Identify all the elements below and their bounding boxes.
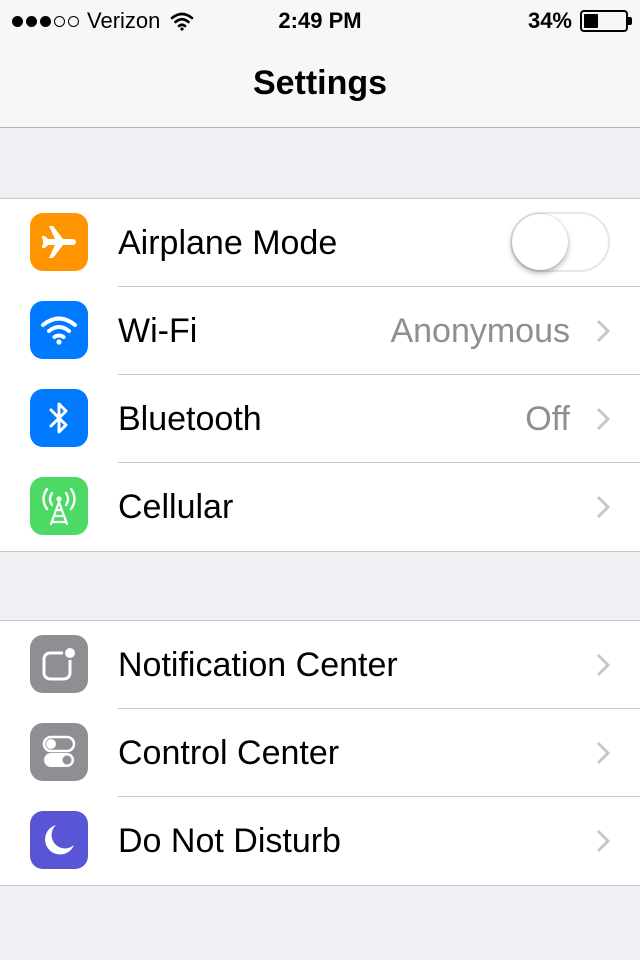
row-label: Airplane Mode xyxy=(118,224,338,262)
battery-fill xyxy=(584,14,598,28)
row-label: Cellular xyxy=(118,488,234,526)
control-center-icon xyxy=(30,723,88,781)
wifi-icon xyxy=(30,301,88,359)
row-wifi[interactable]: Wi-Fi Anonymous xyxy=(0,287,640,375)
row-airplane-mode[interactable]: Airplane Mode xyxy=(0,199,640,287)
chevron-right-icon xyxy=(596,829,610,853)
chevron-right-icon xyxy=(596,741,610,765)
row-cellular[interactable]: Cellular xyxy=(0,463,640,551)
settings-group-connectivity: Airplane Mode Wi-Fi Anonymous Bluetooth … xyxy=(0,198,640,552)
row-label: Bluetooth xyxy=(118,400,262,438)
row-label: Control Center xyxy=(118,734,340,772)
notification-center-icon xyxy=(30,635,88,693)
row-notification-center[interactable]: Notification Center xyxy=(0,621,640,709)
bluetooth-icon xyxy=(30,389,88,447)
row-label: Do Not Disturb xyxy=(118,822,341,860)
battery-percent: 34% xyxy=(527,8,572,33)
moon-icon xyxy=(30,811,88,869)
chevron-right-icon xyxy=(596,407,610,431)
airplane-icon xyxy=(30,213,88,271)
wifi-network-value: Anonymous xyxy=(390,312,570,350)
bluetooth-status-value: Off xyxy=(525,400,570,438)
settings-group-notifications: Notification Center Control Center Do No… xyxy=(0,620,640,886)
status-right: 34% xyxy=(527,8,632,34)
row-do-not-disturb[interactable]: Do Not Disturb xyxy=(0,797,640,885)
row-control-center[interactable]: Control Center xyxy=(0,709,640,797)
row-label: Notification Center xyxy=(118,646,398,684)
toggle-knob xyxy=(512,214,568,270)
battery-icon xyxy=(580,10,632,32)
status-bar: Verizon 2:49 PM 34% xyxy=(0,0,640,40)
chevron-right-icon xyxy=(596,319,610,343)
navigation-bar: Settings xyxy=(0,40,640,128)
page-title: Settings xyxy=(252,64,388,102)
cellular-antenna-icon xyxy=(30,477,88,535)
chevron-right-icon xyxy=(596,495,610,519)
airplane-mode-toggle[interactable] xyxy=(510,212,610,272)
row-bluetooth[interactable]: Bluetooth Off xyxy=(0,375,640,463)
chevron-right-icon xyxy=(596,653,610,677)
row-label: Wi-Fi xyxy=(118,312,198,350)
